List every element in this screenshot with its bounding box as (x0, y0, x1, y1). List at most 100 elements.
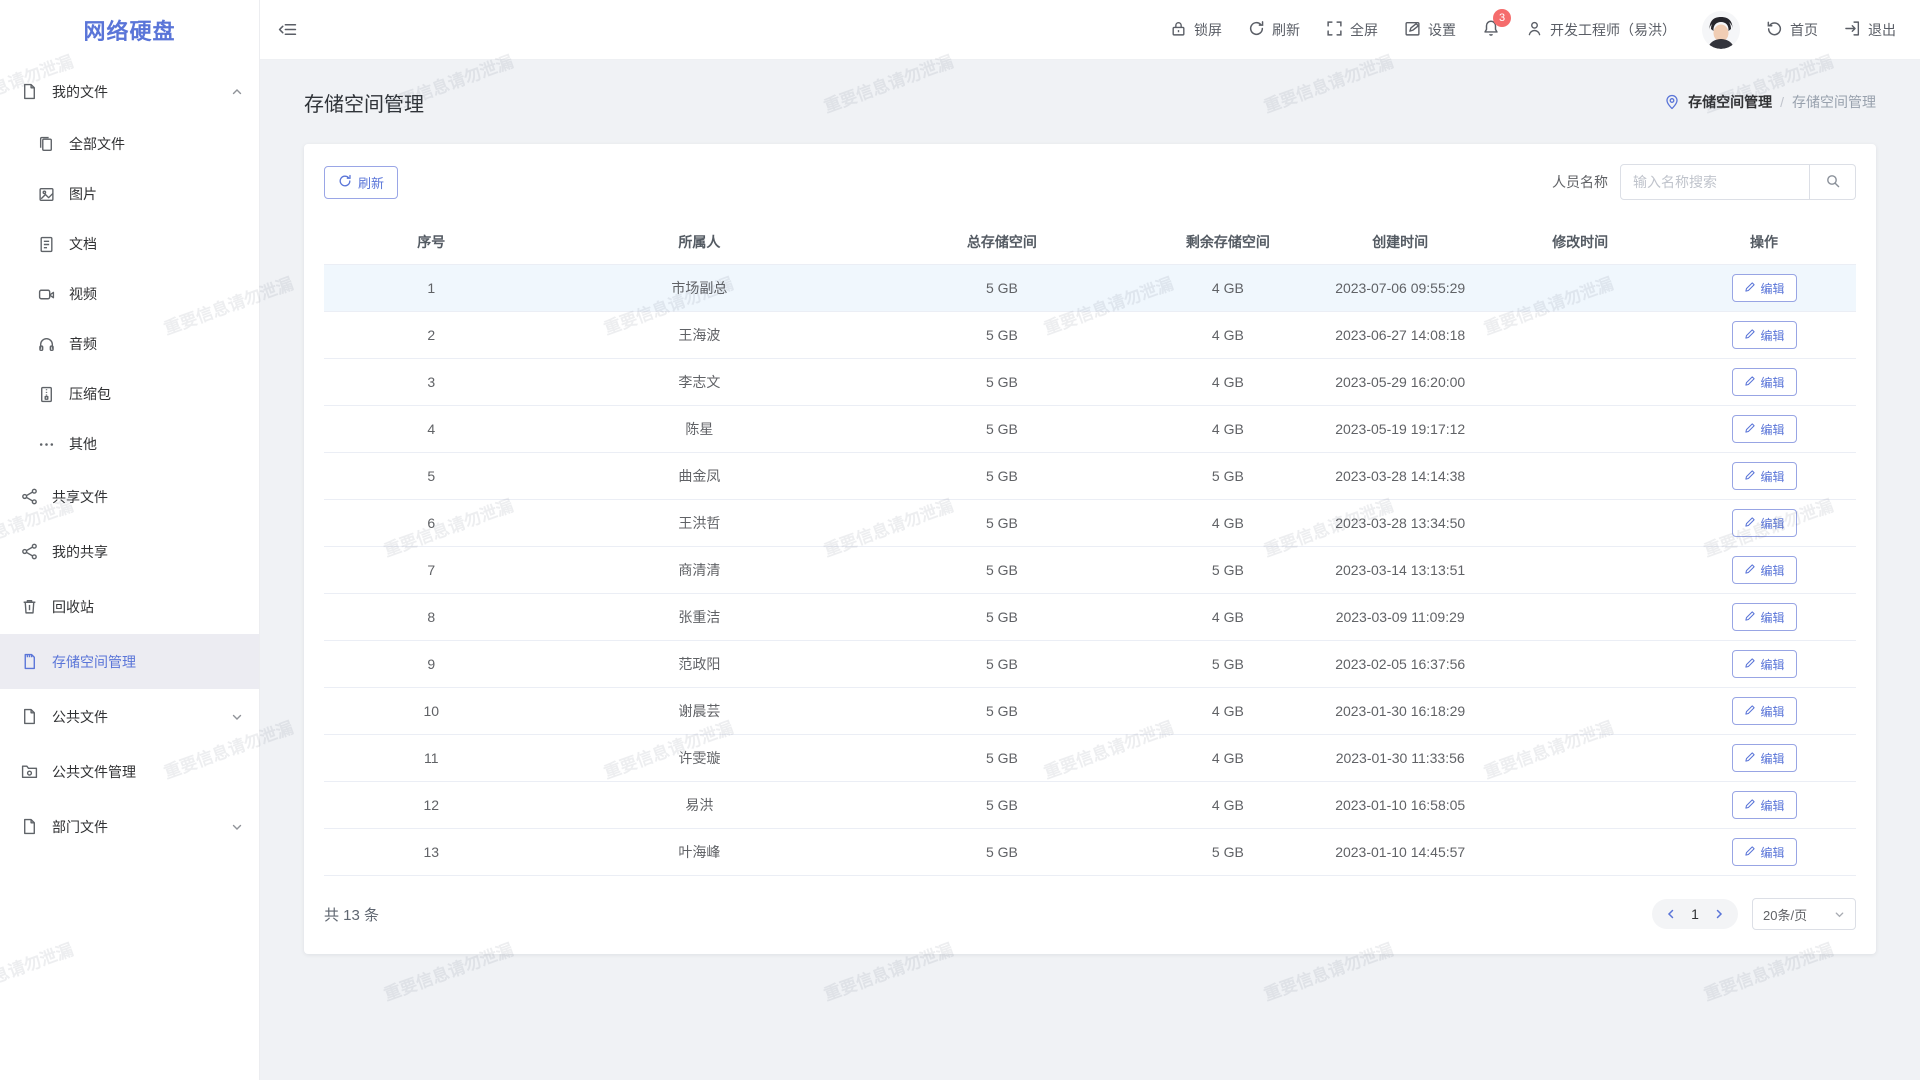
cell-seq: 5 (324, 453, 538, 500)
storage-card-icon (21, 653, 38, 670)
app-logo: 网络硬盘 (0, 0, 259, 60)
edit-button[interactable]: 编辑 (1732, 509, 1797, 537)
chevron-down-icon (1834, 909, 1845, 920)
cell-remaining: 4 GB (1144, 359, 1313, 406)
sidebar-item-all-files[interactable]: 全部文件 (0, 119, 259, 169)
breadcrumb-separator: / (1780, 94, 1784, 110)
cell-modified (1488, 406, 1672, 453)
next-page-button[interactable] (1706, 899, 1732, 929)
sidebar-item-my-files[interactable]: 我的文件 (0, 64, 259, 119)
cell-created: 2023-01-10 14:45:57 (1312, 829, 1488, 876)
sidebar-item-others[interactable]: 其他 (0, 419, 259, 469)
current-page[interactable]: 1 (1684, 906, 1706, 922)
search-button[interactable] (1810, 164, 1856, 200)
search-group: 人员名称 (1552, 164, 1856, 200)
logout-icon (1844, 20, 1861, 40)
edit-button[interactable]: 编辑 (1732, 368, 1797, 396)
cell-modified (1488, 312, 1672, 359)
edit-button[interactable]: 编辑 (1732, 321, 1797, 349)
page-title: 存储空间管理 (304, 88, 424, 117)
column-header-created: 创建时间 (1312, 220, 1488, 265)
pencil-icon (1744, 328, 1756, 343)
total-count: 共 13 条 (324, 904, 379, 925)
sidebar-item-shared-files[interactable]: 共享文件 (0, 469, 259, 524)
edit-button[interactable]: 编辑 (1732, 838, 1797, 866)
edit-button[interactable]: 编辑 (1732, 415, 1797, 443)
refresh-table-button[interactable]: 刷新 (324, 166, 398, 199)
breadcrumb: 存储空间管理 / 存储空间管理 (1664, 92, 1876, 112)
cell-owner: 商清清 (538, 547, 860, 594)
edit-button[interactable]: 编辑 (1732, 274, 1797, 302)
sidebar-item-archives[interactable]: 压缩包 (0, 369, 259, 419)
page-content: 存储空间管理 存储空间管理 / 存储空间管理 刷新 (260, 60, 1920, 1080)
fullscreen-button[interactable]: 全屏 (1326, 20, 1378, 40)
cell-owner: 谢晨芸 (538, 688, 860, 735)
current-user[interactable]: 开发工程师（易洪） (1526, 20, 1676, 40)
sidebar-menu: 我的文件 全部文件 图片 文档 (0, 60, 259, 1080)
refresh-icon (338, 174, 352, 191)
edit-button[interactable]: 编辑 (1732, 556, 1797, 584)
sidebar-item-audio[interactable]: 音频 (0, 319, 259, 369)
sidebar-item-recycle-bin[interactable]: 回收站 (0, 579, 259, 634)
page-size-select[interactable]: 20条/页 (1752, 898, 1856, 930)
pencil-icon (1744, 657, 1756, 672)
cell-modified (1488, 359, 1672, 406)
edit-button[interactable]: 编辑 (1732, 650, 1797, 678)
edit-button[interactable]: 编辑 (1732, 791, 1797, 819)
pencil-icon (1744, 845, 1756, 860)
cell-created: 2023-01-30 11:33:56 (1312, 735, 1488, 782)
sidebar-collapse-icon[interactable] (278, 20, 297, 39)
edit-button[interactable]: 编辑 (1732, 603, 1797, 631)
avatar[interactable] (1702, 11, 1740, 49)
cell-remaining: 4 GB (1144, 688, 1313, 735)
location-pin-icon (1664, 94, 1680, 110)
cell-created: 2023-03-09 11:09:29 (1312, 594, 1488, 641)
prev-page-button[interactable] (1658, 899, 1684, 929)
share-icon (21, 543, 38, 560)
search-input[interactable] (1620, 164, 1810, 200)
edit-settings-icon (1404, 20, 1421, 40)
sidebar: 网络硬盘 我的文件 全部文件 图片 (0, 0, 260, 1080)
cell-owner: 许雯璇 (538, 735, 860, 782)
refresh-page-button[interactable]: 刷新 (1248, 20, 1300, 40)
breadcrumb-item-current: 存储空间管理 (1792, 92, 1876, 112)
notification-button[interactable]: 3 (1482, 19, 1500, 40)
edit-button[interactable]: 编辑 (1732, 697, 1797, 725)
sidebar-item-pictures[interactable]: 图片 (0, 169, 259, 219)
home-button[interactable]: 首页 (1766, 20, 1818, 40)
cell-total: 5 GB (860, 829, 1143, 876)
cell-modified (1488, 782, 1672, 829)
sidebar-item-videos[interactable]: 视频 (0, 269, 259, 319)
table-row: 4陈星5 GB4 GB2023-05-19 19:17:12编辑 (324, 406, 1856, 453)
table-row: 5曲金凤5 GB5 GB2023-03-28 14:14:38编辑 (324, 453, 1856, 500)
cell-created: 2023-05-29 16:20:00 (1312, 359, 1488, 406)
breadcrumb-item[interactable]: 存储空间管理 (1688, 92, 1772, 112)
cell-actions: 编辑 (1672, 547, 1856, 594)
column-header-remaining: 剩余存储空间 (1144, 220, 1313, 265)
table-row: 2王海波5 GB4 GB2023-06-27 14:08:18编辑 (324, 312, 1856, 359)
storage-table: 序号 所属人 总存储空间 剩余存储空间 创建时间 修改时间 操作 1市场副总5 … (324, 220, 1856, 876)
edit-button[interactable]: 编辑 (1732, 744, 1797, 772)
column-header-seq: 序号 (324, 220, 538, 265)
cell-remaining: 4 GB (1144, 265, 1313, 312)
folder-manage-icon (21, 763, 38, 780)
lock-screen-button[interactable]: 锁屏 (1170, 20, 1222, 40)
cell-modified (1488, 547, 1672, 594)
fullscreen-icon (1326, 20, 1343, 40)
settings-button[interactable]: 设置 (1404, 20, 1456, 40)
sidebar-item-department-files[interactable]: 部门文件 (0, 799, 259, 854)
sidebar-item-documents[interactable]: 文档 (0, 219, 259, 269)
lock-icon (1170, 20, 1187, 40)
cell-seq: 1 (324, 265, 538, 312)
pencil-icon (1744, 516, 1756, 531)
sidebar-item-public-files[interactable]: 公共文件 (0, 689, 259, 744)
edit-button[interactable]: 编辑 (1732, 462, 1797, 490)
user-name: 开发工程师（易洪） (1550, 20, 1676, 40)
ellipsis-icon (38, 436, 55, 453)
cell-total: 5 GB (860, 782, 1143, 829)
logout-button[interactable]: 退出 (1844, 20, 1896, 40)
sidebar-item-my-shares[interactable]: 我的共享 (0, 524, 259, 579)
cell-actions: 编辑 (1672, 782, 1856, 829)
sidebar-item-public-file-management[interactable]: 公共文件管理 (0, 744, 259, 799)
sidebar-item-storage-management[interactable]: 存储空间管理 (0, 634, 259, 689)
